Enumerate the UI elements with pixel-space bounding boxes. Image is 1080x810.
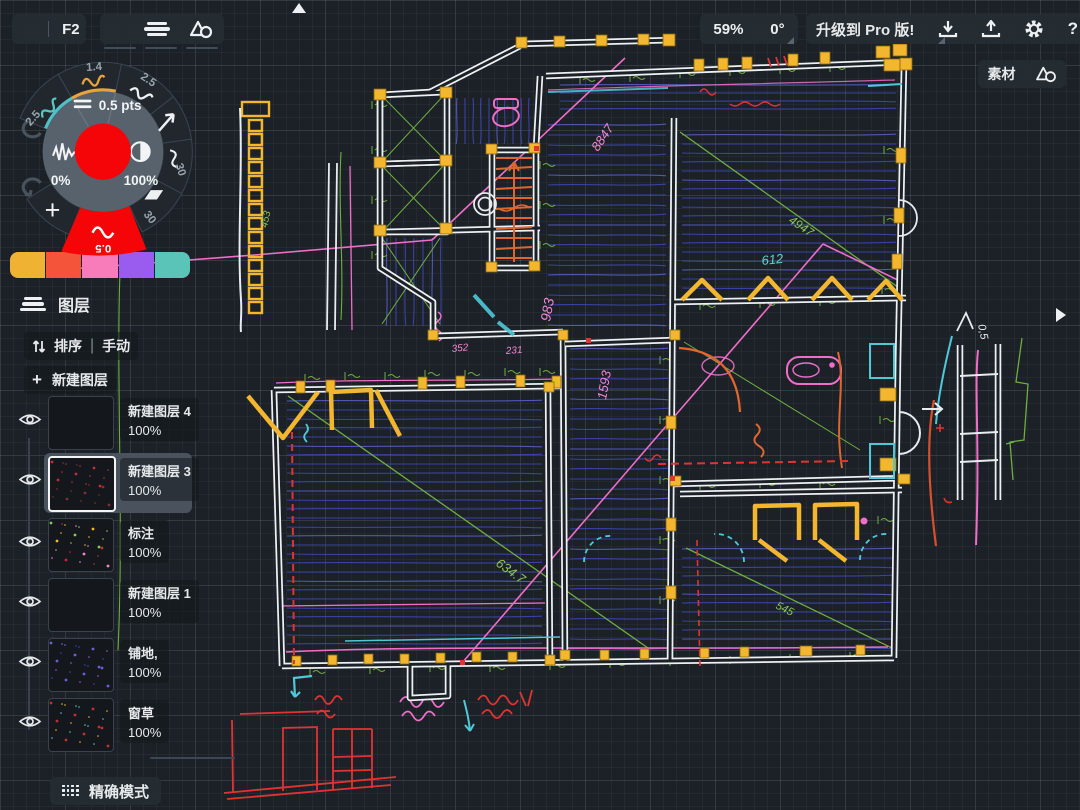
layer-visibility-eye[interactable]	[18, 654, 42, 674]
workspace-toolbar: F2	[12, 14, 86, 44]
layer-visibility-eye[interactable]	[18, 472, 42, 492]
upgrade-pro-button[interactable]: 升级到 Pro 版!	[816, 19, 914, 40]
layer-thumbnail[interactable]	[48, 578, 114, 632]
materials-panel: 素材	[978, 60, 1066, 88]
dim-label-1593: 1593	[594, 369, 614, 401]
layer-opacity: 100%	[128, 665, 161, 680]
layer-row[interactable]: 标注 100%	[18, 518, 208, 578]
layer-name: 铺地,	[128, 643, 161, 662]
gallery-icon[interactable]	[18, 21, 35, 38]
layer-row[interactable]: 铺地, 100%	[18, 638, 208, 698]
rotation-corner-badge	[787, 37, 794, 44]
layer-row[interactable]: 新建图层 1 100%	[18, 578, 208, 638]
layer-name: 标注	[128, 523, 161, 542]
add-tool-plus: +	[45, 195, 61, 225]
dim-label-8847: 8847	[588, 121, 617, 154]
yellow-brush-size: 1.4	[86, 61, 103, 74]
layer-row[interactable]: 窗草 100%	[18, 698, 208, 758]
menu-underline	[186, 47, 218, 49]
layers-title: 图层	[58, 292, 90, 316]
columns-yellow-layer	[242, 34, 912, 666]
settings-gear-icon[interactable]	[1024, 19, 1044, 39]
layer-row[interactable]: 新建图层 3 100%	[18, 456, 208, 516]
accent-teal-layer	[291, 84, 952, 731]
sort-arrows-icon	[32, 339, 46, 354]
layer-opacity: 100%	[128, 545, 161, 560]
layer-opacity: 100%	[128, 605, 191, 620]
dim-label-453: 453	[259, 210, 273, 229]
layer-visibility-eye[interactable]	[18, 534, 42, 554]
menu-underline	[145, 47, 177, 49]
layer-visibility-eye[interactable]	[18, 412, 42, 432]
layer-name: 新建图层 3	[128, 461, 191, 480]
layer-visibility-eye[interactable]	[18, 594, 42, 614]
svg-text:0%: 0%	[51, 173, 71, 188]
new-layer-label: 新建图层	[52, 370, 108, 390]
layer-thumbnail[interactable]	[48, 518, 114, 572]
sidebar-expand-arrow[interactable]	[1056, 308, 1066, 322]
sort-mode: 手动	[102, 336, 130, 356]
help-button[interactable]: ?	[1068, 19, 1078, 39]
precision-grid-icon	[62, 785, 79, 798]
tool-wheel[interactable]: 0.5 pts 0% 100% 2.5 1.4 2.5 30 30 + 0.5	[6, 56, 206, 266]
plus-icon: +	[32, 370, 42, 390]
layer-opacity: 100%	[128, 423, 191, 438]
layer-opacity: 100%	[128, 483, 191, 498]
active-color-well[interactable]	[75, 124, 131, 180]
toolbar-divider	[48, 21, 49, 37]
new-layer-button[interactable]: + 新建图层	[24, 366, 116, 394]
layer-meta: 标注 100%	[120, 520, 169, 563]
view-toolbar: 59% 0°	[700, 14, 798, 44]
sort-label: 排序	[54, 336, 82, 356]
layer-name: 新建图层 4	[128, 401, 191, 420]
dim-label-4947: 4947	[786, 213, 817, 240]
layer-thumbnail[interactable]	[48, 396, 114, 450]
import-corner-badge	[938, 37, 945, 44]
layer-name: 新建图层 1	[128, 583, 191, 602]
layer-sort-control[interactable]: 排序 | 手动	[24, 332, 138, 360]
precision-mode-button[interactable]: 精确模式	[50, 777, 161, 805]
layer-row[interactable]: 新建图层 4 100%	[18, 396, 208, 456]
layer-meta: 窗草 100%	[120, 700, 169, 743]
layer-meta: 新建图层 1 100%	[120, 580, 199, 623]
precision-label: 精确模式	[89, 781, 149, 802]
layer-thumbnail[interactable]	[48, 638, 114, 692]
dim-label-612: 612	[761, 251, 785, 268]
rotation-button[interactable]: 0°	[770, 21, 784, 38]
svg-text:100%: 100%	[124, 173, 159, 188]
grid-menu-icon[interactable]	[109, 20, 127, 38]
dim-label-05: 0,5	[975, 323, 990, 341]
active-pen-size: 0.5	[95, 242, 112, 254]
dim-label-6347: 634.7	[493, 555, 529, 587]
layer-thumbnail[interactable]	[48, 456, 116, 512]
layers-icon	[20, 295, 46, 313]
tool-toolbar	[100, 14, 224, 44]
layer-thumbnail[interactable]	[48, 698, 114, 752]
layers-header[interactable]: 图层	[20, 292, 90, 316]
import-icon[interactable]	[938, 20, 958, 38]
materials-button[interactable]: 素材	[988, 64, 1016, 84]
dim-label-983: 983	[537, 297, 557, 323]
export-icon[interactable]	[981, 20, 1001, 38]
workspace-button[interactable]: F2	[62, 21, 80, 38]
zoom-level-button[interactable]: 59%	[713, 21, 743, 38]
sort-separator: |	[90, 337, 94, 355]
materials-shapes-icon[interactable]	[1035, 65, 1057, 83]
svg-text:0.5 pts: 0.5 pts	[99, 98, 142, 113]
layer-opacity: 100%	[128, 725, 161, 740]
dim-label-231: 231	[504, 345, 522, 357]
panel-divider	[150, 757, 235, 759]
layer-meta: 铺地, 100%	[120, 640, 169, 683]
layers-menu-icon[interactable]	[144, 20, 170, 38]
menu-underline	[104, 47, 136, 49]
dim-label-352: 352	[451, 342, 469, 355]
shapes-menu-icon[interactable]	[187, 19, 215, 39]
layer-meta: 新建图层 4 100%	[120, 398, 199, 441]
dimension-green-layer	[118, 64, 1028, 676]
layer-meta: 新建图层 3 100%	[120, 458, 199, 501]
scroll-up-arrow[interactable]	[292, 3, 306, 13]
layer-visibility-eye[interactable]	[18, 714, 42, 734]
layer-name: 窗草	[128, 703, 161, 722]
